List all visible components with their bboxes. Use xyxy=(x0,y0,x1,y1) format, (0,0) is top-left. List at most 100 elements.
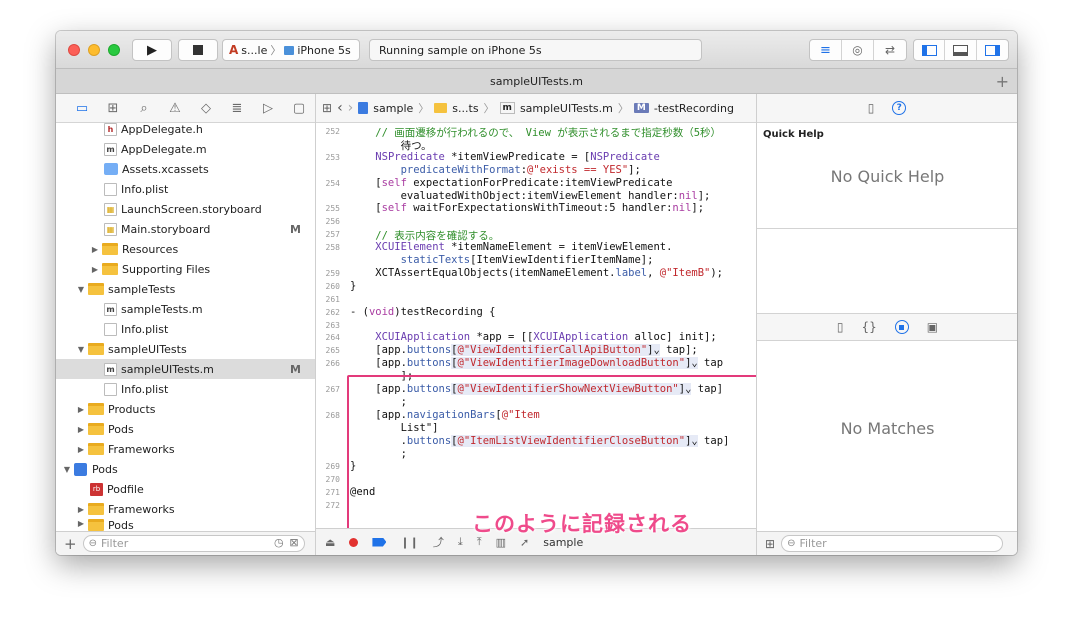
scm-filter-icon[interactable]: ⊠ xyxy=(289,536,298,549)
tab-title[interactable]: sampleUITests.m xyxy=(490,75,583,88)
related-items-icon[interactable]: ⊞ xyxy=(322,101,332,115)
disclosure-down-icon[interactable]: ▼ xyxy=(62,465,72,474)
disclosure-right-icon[interactable]: ▶ xyxy=(76,519,86,528)
filter-icon: ⊖ xyxy=(88,538,97,549)
lines-icon: ≡ xyxy=(820,42,831,58)
zoom-window-button[interactable] xyxy=(108,44,120,56)
disclosure-down-icon[interactable]: ▼ xyxy=(76,285,86,294)
navigator-filter-bar: + ⊖ Filter ◷ ⊠ xyxy=(56,531,315,555)
project-row[interactable]: ▼ Pods xyxy=(56,459,315,479)
object-library-icon[interactable] xyxy=(894,320,909,334)
symbol-navigator-icon[interactable]: ⊞ xyxy=(105,101,121,116)
test-navigator-icon[interactable]: ◇ xyxy=(198,101,214,116)
quick-help-title: Quick Help xyxy=(763,129,824,140)
file-row[interactable]: Info.plist xyxy=(56,179,315,199)
disclosure-right-icon[interactable]: ▶ xyxy=(90,245,100,254)
file-row[interactable]: ▦ Main.storyboard M xyxy=(56,219,315,239)
jump-file[interactable]: sampleUITests.m xyxy=(520,102,613,115)
debug-navigator-icon[interactable]: ≣ xyxy=(229,101,245,116)
file-row-selected[interactable]: m sampleUITests.m M xyxy=(56,359,315,379)
step-over-icon[interactable]: ⤴ xyxy=(433,534,444,550)
forward-arrow-icon[interactable]: › xyxy=(348,100,354,116)
plist-file-icon xyxy=(104,182,117,196)
minimize-window-button[interactable] xyxy=(88,44,100,56)
disclosure-right-icon[interactable]: ▶ xyxy=(90,265,100,274)
code-line: [app.buttons[@"ViewIdentifierCallApiButt… xyxy=(350,344,698,357)
file-row[interactable]: m AppDelegate.m xyxy=(56,139,315,159)
xcode-app-icon: A xyxy=(229,43,239,57)
inspector-toggle-button[interactable] xyxy=(977,40,1008,60)
help-icon[interactable]: ? xyxy=(892,101,907,115)
run-button[interactable]: ▶ xyxy=(132,39,172,61)
group-row[interactable]: ▶ Frameworks xyxy=(56,499,315,519)
close-window-button[interactable] xyxy=(68,44,80,56)
folder-icon[interactable]: ▭ xyxy=(74,101,90,116)
group-row[interactable]: ▶ Pods xyxy=(56,419,315,439)
assistant-editor-button[interactable]: ◎ xyxy=(842,40,874,60)
file-row[interactable]: h AppDelegate.h xyxy=(56,119,315,139)
search-icon[interactable]: ⌕ xyxy=(136,101,152,116)
code-line: [self expectationForPredicate:itemViewPr… xyxy=(350,176,673,189)
folder-icon xyxy=(88,403,104,415)
pause-icon[interactable]: ❙❙ xyxy=(400,536,418,549)
line-number: 255 xyxy=(325,204,340,214)
group-row[interactable]: ▶ Resources xyxy=(56,239,315,259)
file-row[interactable]: ▦ LaunchScreen.storyboard xyxy=(56,199,315,219)
code-line: predicateWithFormat:@"exists == YES"]; xyxy=(400,163,641,176)
standard-editor-button[interactable]: ≡ xyxy=(810,40,842,60)
line-number: 271 xyxy=(325,488,340,498)
recent-files-icon[interactable]: ◷ xyxy=(274,536,284,549)
file-row[interactable]: Info.plist xyxy=(56,319,315,339)
add-tab-icon[interactable]: + xyxy=(996,72,1009,91)
media-library-icon[interactable]: ▣ xyxy=(927,320,938,334)
step-into-icon[interactable]: ⤓ xyxy=(458,535,463,549)
objc-file-icon: m xyxy=(104,142,117,156)
jump-method[interactable]: -testRecording xyxy=(654,102,734,115)
disclosure-right-icon[interactable]: ▶ xyxy=(76,505,86,514)
warning-icon[interactable]: ⚠ xyxy=(167,101,183,116)
scheme-selector[interactable]: A s...le 〉 iPhone 5s xyxy=(222,39,360,61)
disclosure-down-icon[interactable]: ▼ xyxy=(76,345,86,354)
disclosure-right-icon[interactable]: ▶ xyxy=(76,405,86,414)
jump-group[interactable]: s...ts xyxy=(452,102,478,115)
group-row[interactable]: ▶ Frameworks xyxy=(56,439,315,459)
navigator-filter-input[interactable]: ⊖ Filter ◷ ⊠ xyxy=(82,535,305,552)
disclosure-right-icon[interactable]: ▶ xyxy=(76,445,86,454)
right-panel-icon xyxy=(984,44,1000,56)
utilities-panel: ▯ ? Quick Help No Quick Help ▯ {} ▣ No M… xyxy=(756,94,1017,555)
file-row[interactable]: rb Podfile xyxy=(56,479,315,499)
file-row[interactable]: m sampleTests.m xyxy=(56,299,315,319)
group-row[interactable]: ▶ Pods xyxy=(56,519,315,531)
stop-button[interactable] xyxy=(178,39,218,61)
hide-debug-icon[interactable]: ⏏ xyxy=(325,536,335,549)
plist-file-icon xyxy=(104,322,117,336)
file-inspector-icon[interactable]: ▯ xyxy=(868,101,875,115)
debug-toggle-button[interactable] xyxy=(945,40,977,60)
code-snippet-icon[interactable]: {} xyxy=(861,320,876,334)
toolbar: ▶ A s...le 〉 iPhone 5s Running sample on… xyxy=(56,31,1017,69)
version-editor-button[interactable]: ⇄ xyxy=(874,40,906,60)
group-row[interactable]: ▼ sampleTests xyxy=(56,279,315,299)
disclosure-right-icon[interactable]: ▶ xyxy=(76,425,86,434)
group-row[interactable]: ▶ Supporting Files xyxy=(56,259,315,279)
line-number: 259 xyxy=(325,268,340,278)
annotation-caption: このように記録される xyxy=(472,512,692,536)
file-row[interactable]: Assets.xcassets xyxy=(56,159,315,179)
breakpoint-dot-icon[interactable] xyxy=(349,537,359,547)
back-arrow-icon[interactable]: ‹ xyxy=(337,100,343,116)
group-row[interactable]: ▼ sampleUITests xyxy=(56,339,315,359)
report-icon[interactable]: ▢ xyxy=(291,101,307,116)
breakpoints-toggle-icon[interactable] xyxy=(372,537,387,547)
navigator-toggle-button[interactable] xyxy=(914,40,946,60)
grid-view-icon[interactable]: ⊞ xyxy=(765,537,775,551)
tab-bar: sampleUITests.m + xyxy=(56,69,1017,94)
code-area[interactable]: 252 253 254 255 256 257 258 259 260 261 262 263 264 2… xyxy=(316,123,756,528)
breakpoint-icon[interactable]: ▷ xyxy=(260,101,276,116)
line-number: 260 xyxy=(325,281,340,291)
jump-project[interactable]: sample xyxy=(373,102,413,115)
file-row[interactable]: Info.plist xyxy=(56,379,315,399)
file-template-icon[interactable]: ▯ xyxy=(837,320,844,334)
library-filter-input[interactable]: ⊖ Filter xyxy=(781,535,1004,552)
group-row[interactable]: ▶ Products xyxy=(56,399,315,419)
add-icon[interactable]: + xyxy=(64,535,77,553)
